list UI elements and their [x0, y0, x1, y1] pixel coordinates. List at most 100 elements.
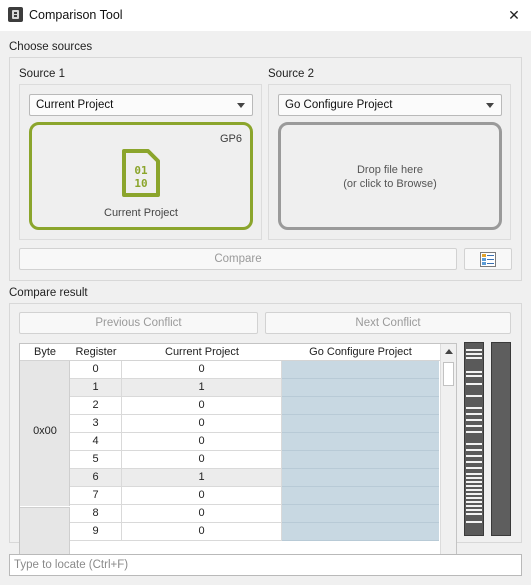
window-title: Comparison Tool — [29, 8, 123, 22]
conflict-overview-current[interactable] — [464, 342, 484, 536]
overview-marker — [466, 425, 482, 427]
overview-marker — [466, 357, 482, 359]
overview-marker — [466, 505, 482, 507]
chevron-down-icon — [486, 103, 494, 108]
overview-marker — [466, 349, 482, 351]
drop-hint-line2: (or click to Browse) — [343, 178, 437, 190]
overview-marker — [466, 509, 482, 511]
column-header-go-configure-project: Go Configure Project — [309, 346, 412, 358]
scroll-thumb[interactable] — [443, 362, 454, 386]
svg-text:10: 10 — [134, 177, 147, 190]
register-cell: 2 — [70, 397, 122, 415]
source2-label: Source 2 — [268, 68, 315, 80]
source1-file-tile[interactable]: GP6 01 10 Current Project — [29, 122, 253, 230]
overview-marker — [466, 513, 482, 515]
table-header: Byte Register Current Project Go Configu… — [20, 344, 440, 361]
compare-button[interactable]: Compare — [19, 248, 457, 270]
locate-input[interactable] — [9, 554, 522, 576]
overview-marker — [466, 489, 482, 491]
close-button[interactable]: ✕ — [501, 3, 527, 27]
go-configure-cell[interactable] — [282, 505, 439, 523]
chevron-down-icon — [237, 103, 245, 108]
overview-marker — [466, 407, 482, 409]
column-header-byte: Byte — [33, 346, 56, 358]
choose-sources-title: Choose sources — [9, 41, 93, 53]
register-cell: 3 — [70, 415, 122, 433]
current-project-cell[interactable]: 0 — [122, 433, 282, 451]
go-configure-cell[interactable] — [282, 469, 439, 487]
go-configure-cell[interactable] — [282, 415, 439, 433]
title-bar: Comparison Tool ✕ — [0, 0, 531, 31]
register-cell: 4 — [70, 433, 122, 451]
current-project-cell[interactable]: 0 — [122, 415, 282, 433]
settings-button[interactable] — [464, 248, 512, 270]
byte-group-label: 0x00 — [33, 425, 57, 437]
current-project-cell[interactable]: 0 — [122, 505, 282, 523]
register-cell: 7 — [70, 487, 122, 505]
next-conflict-button[interactable]: Next Conflict — [265, 312, 511, 334]
go-configure-cell[interactable] — [282, 379, 439, 397]
go-configure-cell[interactable] — [282, 523, 439, 541]
overview-marker — [466, 461, 482, 463]
register-cell: 9 — [70, 523, 122, 541]
source2-combo-value: Go Configure Project — [285, 99, 393, 111]
go-configure-cell[interactable] — [282, 487, 439, 505]
overview-marker — [466, 353, 482, 355]
overview-marker — [466, 497, 482, 499]
chip-label: GP6 — [219, 133, 242, 145]
app-icon — [8, 7, 23, 22]
overview-marker — [466, 413, 482, 415]
previous-conflict-button[interactable]: Previous Conflict — [19, 312, 258, 334]
list-settings-icon — [480, 252, 496, 267]
current-project-cell[interactable]: 0 — [122, 451, 282, 469]
compare-result-title: Compare result — [9, 287, 88, 299]
current-project-cell[interactable]: 1 — [122, 469, 282, 487]
current-project-cell[interactable]: 1 — [122, 379, 282, 397]
source1-panel: Current Project GP6 01 10 Current Projec… — [19, 84, 262, 240]
go-configure-cell[interactable] — [282, 433, 439, 451]
drop-hint-line1: Drop file here — [356, 164, 424, 176]
table-scrollbar[interactable] — [440, 344, 456, 565]
register-cell: 1 — [70, 379, 122, 397]
current-project-cell[interactable]: 0 — [122, 397, 282, 415]
source2-drop-zone[interactable]: Drop file here (or click to Browse) — [278, 122, 502, 230]
overview-marker — [466, 419, 482, 421]
go-configure-cell[interactable] — [282, 451, 439, 469]
overview-marker — [466, 371, 482, 373]
register-cell: 5 — [70, 451, 122, 469]
overview-marker — [466, 493, 482, 495]
register-cell: 8 — [70, 505, 122, 523]
overview-marker — [466, 449, 482, 451]
source1-combo-value: Current Project — [36, 99, 114, 111]
overview-marker — [466, 455, 482, 457]
current-project-cell[interactable]: 0 — [122, 361, 282, 379]
scroll-up-icon[interactable] — [445, 349, 453, 354]
source2-panel: Go Configure Project Drop file here (or … — [268, 84, 511, 240]
svg-text:01: 01 — [134, 164, 148, 177]
current-project-cell[interactable]: 0 — [122, 523, 282, 541]
overview-marker — [466, 395, 482, 397]
overview-marker — [466, 521, 482, 523]
overview-marker — [466, 501, 482, 503]
binary-file-icon: 01 10 — [120, 149, 162, 197]
current-project-cell[interactable]: 0 — [122, 487, 282, 505]
source1-file-caption: Current Project — [104, 207, 178, 219]
overview-marker — [466, 467, 482, 469]
source2-combo[interactable]: Go Configure Project — [278, 94, 502, 116]
overview-marker — [466, 431, 482, 433]
close-icon: ✕ — [508, 6, 520, 23]
overview-marker — [466, 443, 482, 445]
overview-marker — [466, 477, 482, 479]
source1-label: Source 1 — [19, 68, 66, 80]
compare-table: Byte Register Current Project Go Configu… — [19, 343, 457, 566]
register-cell: 6 — [70, 469, 122, 487]
conflict-overview-go[interactable] — [491, 342, 511, 536]
source1-combo[interactable]: Current Project — [29, 94, 253, 116]
overview-marker — [466, 473, 482, 475]
register-cell: 0 — [70, 361, 122, 379]
go-configure-cell[interactable] — [282, 397, 439, 415]
client-area: Choose sources Source 1 Source 2 Current… — [0, 31, 531, 585]
overview-marker — [466, 481, 482, 483]
go-configure-cell[interactable] — [282, 361, 439, 379]
byte-group-cell: 0x00 — [20, 361, 70, 506]
